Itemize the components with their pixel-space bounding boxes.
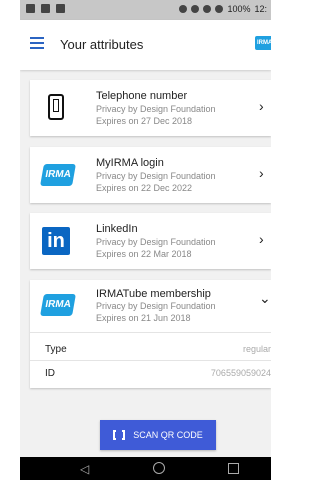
status-bar: 100% 12: [20,0,271,20]
chevron-right-icon[interactable]: › [259,98,271,114]
wifi-icon [203,5,212,13]
attribute-label-type: Type [45,344,67,355]
clock: 12: [254,4,267,14]
phone-icon [42,94,70,122]
card-title: LinkedIn [96,223,138,235]
irma-logo: IRMA [40,164,76,192]
attribute-label-id: ID [45,368,55,379]
linkedin-logo: in [42,227,70,255]
attribute-card-linkedin[interactable]: in LinkedIn Privacy by Design Foundation… [30,213,271,269]
card-issuer: Privacy by Design Foundation [96,301,216,311]
mail-icon [26,4,35,13]
card-issuer: Privacy by Design Foundation [96,237,216,247]
chevron-right-icon[interactable]: › [259,165,271,181]
card-issuer: Privacy by Design Foundation [96,171,216,181]
irma-logo: IRMA [255,36,271,50]
vibrate-icon [179,5,188,13]
home-icon[interactable] [153,462,165,474]
divider [30,332,271,333]
attribute-value-id: 706559059024 [210,368,271,378]
status-notification-icons [26,4,65,13]
back-icon[interactable]: ◁ [80,462,89,476]
signal-icon [215,5,224,13]
card-title: MyIRMA login [96,157,164,169]
card-expiry: Expires on 21 Jun 2018 [96,313,191,323]
notification-icon [41,4,50,13]
attribute-value-type: regular [242,344,271,354]
chevron-down-icon[interactable]: ⌄ [259,290,271,307]
battery-percent: 100% [227,4,251,14]
card-title: IRMATube membership [96,288,211,300]
app-bar: Your attributes IRMA [20,20,271,70]
chevron-right-icon[interactable]: › [259,231,271,247]
android-nav-bar: ◁ [20,457,271,480]
attribute-card-telephone[interactable]: Telephone number Privacy by Design Found… [30,80,271,136]
app-icon [56,4,65,13]
phone-screen: 100% 12: Your attributes IRMA Telephone … [20,0,271,480]
card-title: Telephone number [96,90,188,102]
menu-icon[interactable] [30,37,44,49]
attribute-card-irmatube[interactable]: IRMA IRMATube membership Privacy by Desi… [30,280,271,388]
status-system-icons: 100% 12: [179,4,267,14]
qr-scan-icon [113,430,126,440]
alarm-icon [191,5,200,13]
attribute-card-myirma[interactable]: IRMA MyIRMA login Privacy by Design Foun… [30,147,271,203]
scan-qr-code-button[interactable]: SCAN QR CODE [100,420,216,450]
scan-button-label: SCAN QR CODE [133,430,203,440]
card-issuer: Privacy by Design Foundation [96,104,216,114]
card-expiry: Expires on 22 Mar 2018 [96,249,192,259]
card-expiry: Expires on 27 Dec 2018 [96,116,193,126]
card-expiry: Expires on 22 Dec 2022 [96,183,193,193]
irma-logo: IRMA [40,294,76,322]
page-title: Your attributes [60,37,144,52]
recent-apps-icon[interactable] [228,463,239,474]
divider [30,360,271,361]
